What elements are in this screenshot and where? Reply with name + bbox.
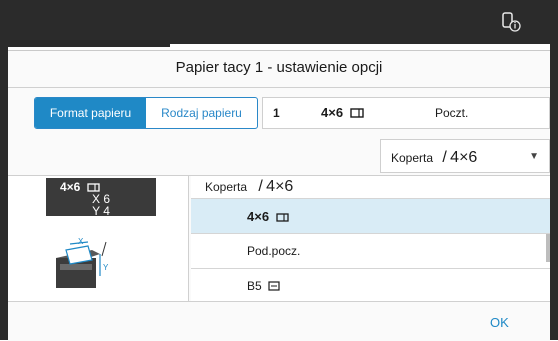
dropdown-size: 4×6 — [450, 149, 478, 166]
envelope-short-edge-icon — [268, 281, 280, 291]
illus-x-label: X — [78, 237, 84, 246]
size-list: Koperta / 4×6 4×6 Pod.pocz. B5 — [191, 176, 550, 301]
list-item-pod-pocz[interactable]: Pod.pocz. — [191, 233, 550, 268]
frame-left — [0, 44, 8, 340]
size-display: 4×6 X 6 Y 4 — [46, 178, 156, 218]
list-item-label: Pod.pocz. — [247, 244, 301, 258]
size-preview-panel: 4×6 X 6 Y 4 X Y — [8, 176, 189, 301]
dropdown-value: Koperta / 4×6 — [391, 149, 477, 167]
tray-size: 4×6 — [321, 105, 364, 120]
list-header-category: Koperta — [205, 180, 248, 194]
list-header-size: 4×6 — [266, 178, 294, 195]
tray-paper-type: Poczt. — [435, 106, 469, 120]
tray-options-dialog: Papier tacy 1 - ustawienie opcji Format … — [8, 50, 550, 341]
chevron-down-icon: ▼ — [529, 151, 539, 162]
top-bar-accent — [0, 43, 170, 47]
tray-summary: 1 4×6 Poczt. — [262, 97, 550, 129]
list-item-text: B5 — [247, 279, 262, 293]
paper-tabs: Format papieru Rodzaj papieru — [34, 97, 258, 129]
dialog-title: Papier tacy 1 - ustawienie opcji — [175, 59, 383, 76]
list-item-4x6[interactable]: 4×6 — [191, 198, 550, 233]
tray-size-label: 4×6 — [321, 105, 344, 120]
size-category-dropdown[interactable]: Koperta / 4×6 ▼ — [380, 139, 550, 173]
list-header-separator: / — [258, 178, 263, 195]
frame-right — [550, 44, 558, 340]
size-list-header-value: Koperta / 4×6 — [205, 178, 293, 196]
size-y: Y 4 — [92, 204, 110, 218]
tray-illustration: X Y — [56, 237, 109, 288]
touchpad-info-icon[interactable] — [500, 11, 522, 33]
landscape-envelope-icon — [87, 183, 100, 192]
list-item-b5[interactable]: B5 — [191, 268, 550, 303]
dropdown-category: Koperta — [391, 151, 434, 165]
dropdown-separator: / — [442, 149, 447, 166]
size-list-header: Koperta / 4×6 — [191, 176, 550, 198]
top-bar — [0, 0, 558, 47]
tab-paper-format[interactable]: Format papieru — [35, 98, 146, 128]
landscape-envelope-icon — [276, 212, 289, 222]
list-item-label: 4×6 — [247, 209, 289, 224]
list-item-text: 4×6 — [247, 208, 270, 224]
list-item-label: B5 — [247, 279, 280, 293]
landscape-envelope-icon — [349, 108, 364, 118]
footer-divider — [8, 301, 550, 302]
title-divider — [8, 87, 550, 88]
ok-button[interactable]: OK — [490, 315, 509, 330]
illus-y-label: Y — [103, 263, 109, 272]
tray-number: 1 — [273, 106, 280, 120]
tab-paper-type[interactable]: Rodzaj papieru — [146, 98, 257, 128]
list-scrollbar[interactable] — [546, 234, 550, 262]
